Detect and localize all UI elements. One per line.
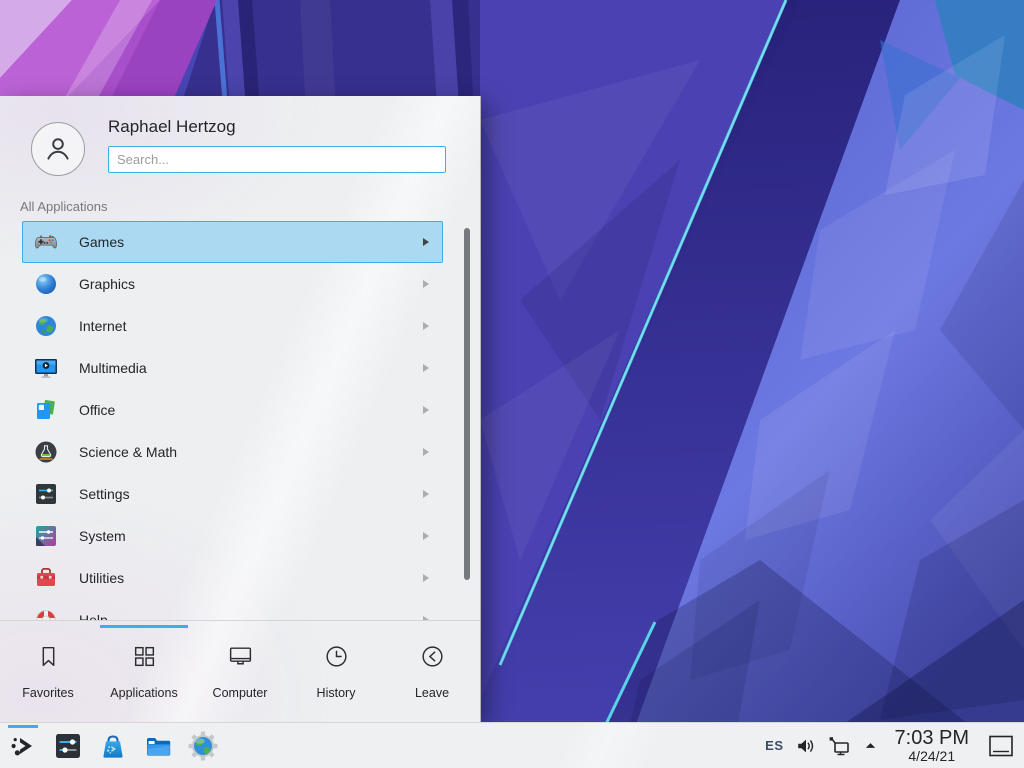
category-utilities[interactable]: Utilities — [22, 557, 443, 599]
tab-label: Applications — [110, 686, 177, 700]
globe-gear-icon — [188, 731, 218, 761]
blue-folder-icon — [143, 731, 173, 761]
category-label: Graphics — [79, 276, 135, 292]
tab-label: Leave — [415, 686, 449, 700]
category-label: Science & Math — [79, 444, 177, 460]
tab-label: Favorites — [22, 686, 73, 700]
desktop: Raphael Hertzog All Applications — [0, 0, 1024, 768]
submenu-arrow-icon — [422, 447, 430, 457]
expand-arrow-icon[interactable] — [863, 738, 878, 753]
submenu-arrow-icon — [422, 279, 430, 289]
grid-icon — [131, 643, 158, 675]
system-tray: ES 7:03 PM — [765, 728, 1024, 764]
category-label: Settings — [79, 486, 130, 502]
submenu-arrow-icon — [422, 363, 430, 373]
category-label: Multimedia — [79, 360, 147, 376]
application-launcher-menu: Raphael Hertzog All Applications — [0, 96, 481, 722]
scrollbar-thumb[interactable] — [464, 228, 470, 580]
keyboard-layout-indicator[interactable]: ES — [765, 738, 783, 753]
submenu-arrow-icon — [422, 489, 430, 499]
submenu-arrow-icon — [422, 405, 430, 415]
bookmark-icon — [35, 643, 62, 675]
globe-icon — [33, 313, 59, 339]
taskbar-launcher-button[interactable] — [8, 731, 38, 761]
monitor-icon — [227, 643, 254, 675]
kde-kicker-icon — [8, 731, 38, 761]
tab-label: History — [317, 686, 356, 700]
taskbar-dolphin-button[interactable] — [143, 731, 173, 761]
tab-applications[interactable]: Applications — [96, 621, 192, 722]
category-settings[interactable]: Settings — [22, 473, 443, 515]
documents-icon — [33, 397, 59, 423]
discover-bag-icon — [98, 731, 128, 761]
category-label: Games — [79, 234, 124, 250]
lifebuoy-icon — [33, 607, 59, 620]
taskbar-system-settings-button[interactable] — [53, 731, 83, 761]
category-internet[interactable]: Internet — [22, 305, 443, 347]
category-system[interactable]: System — [22, 515, 443, 557]
category-science-math[interactable]: Science & Math — [22, 431, 443, 473]
category-list: Games Graphics — [0, 221, 480, 620]
taskbar-konqueror-button[interactable] — [188, 731, 218, 761]
settings-sliders-icon — [53, 731, 83, 761]
show-desktop-icon — [988, 734, 1014, 758]
clock[interactable]: 7:03 PM 4/24/21 — [895, 728, 969, 764]
sliders-gradient-icon — [33, 523, 59, 549]
person-icon — [42, 133, 74, 165]
gamepad-icon — [33, 229, 59, 255]
category-help[interactable]: Help — [22, 599, 443, 620]
submenu-arrow-icon — [422, 573, 430, 583]
category-games[interactable]: Games — [22, 221, 443, 263]
user-avatar[interactable] — [31, 122, 85, 176]
clock-time: 7:03 PM — [895, 728, 969, 749]
tab-leave[interactable]: Leave — [384, 621, 480, 722]
category-multimedia[interactable]: Multimedia — [22, 347, 443, 389]
network-icon[interactable] — [828, 734, 852, 758]
taskbar: ES 7:03 PM — [0, 722, 1024, 768]
monitor-play-icon — [33, 355, 59, 381]
category-label: Help — [79, 612, 108, 620]
category-office[interactable]: Office — [22, 389, 443, 431]
submenu-arrow-icon — [422, 237, 430, 247]
user-name: Raphael Hertzog — [108, 117, 236, 137]
show-desktop-button[interactable] — [988, 734, 1014, 758]
tab-label: Computer — [213, 686, 268, 700]
clock-date: 4/24/21 — [895, 749, 969, 764]
category-label: Office — [79, 402, 115, 418]
back-circle-icon — [419, 643, 446, 675]
launcher-tabbar: Favorites Applications — [0, 621, 480, 722]
toolbox-icon — [33, 565, 59, 591]
volume-icon[interactable] — [795, 735, 817, 757]
category-label: Internet — [79, 318, 126, 334]
blue-sphere-icon — [33, 271, 59, 297]
category-label: Utilities — [79, 570, 124, 586]
taskbar-discover-button[interactable] — [98, 731, 128, 761]
flask-icon — [33, 439, 59, 465]
tab-history[interactable]: History — [288, 621, 384, 722]
category-graphics[interactable]: Graphics — [22, 263, 443, 305]
section-label: All Applications — [20, 199, 107, 214]
submenu-arrow-icon — [422, 321, 430, 331]
tab-computer[interactable]: Computer — [192, 621, 288, 722]
clock-icon — [323, 643, 350, 675]
tab-favorites[interactable]: Favorites — [0, 621, 96, 722]
taskbar-apps — [0, 731, 218, 761]
submenu-arrow-icon — [422, 531, 430, 541]
category-label: System — [79, 528, 126, 544]
sliders-dark-icon — [33, 481, 59, 507]
search-input[interactable] — [108, 146, 446, 173]
